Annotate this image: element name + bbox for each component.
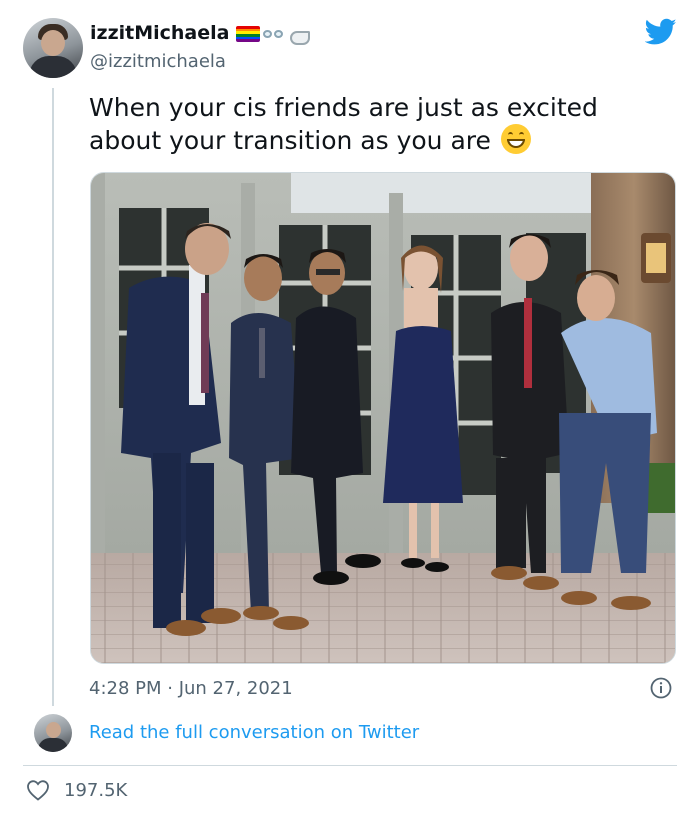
rainbow-flag-icon bbox=[236, 26, 260, 42]
author-avatar[interactable] bbox=[23, 18, 83, 78]
author-avatar-small[interactable] bbox=[34, 714, 72, 752]
like-count: 197.5K bbox=[64, 779, 128, 801]
goggles-icon bbox=[263, 27, 285, 41]
author-name-emojis bbox=[236, 25, 310, 45]
heart-icon[interactable] bbox=[26, 779, 50, 801]
thread-line bbox=[52, 88, 54, 706]
info-icon[interactable] bbox=[650, 677, 672, 699]
embedded-tweet-card: izzitMichaela @izzitmichaela When your c… bbox=[0, 0, 700, 817]
twitter-bird-icon[interactable] bbox=[645, 18, 677, 46]
read-conversation-link[interactable]: Read the full conversation on Twitter bbox=[89, 722, 419, 743]
like-action[interactable]: 197.5K bbox=[26, 779, 127, 801]
tweet-timestamp[interactable]: 4:28 PM · Jun 27, 2021 bbox=[89, 678, 293, 699]
divider bbox=[23, 765, 677, 766]
author-handle[interactable]: @izzitmichaela bbox=[90, 51, 226, 72]
tweet-photo[interactable] bbox=[90, 172, 676, 664]
group-photo-image bbox=[91, 173, 675, 663]
tweet-text: When your cis friends are just as excite… bbox=[89, 92, 649, 157]
author-display-name[interactable]: izzitMichaela bbox=[90, 22, 229, 44]
mechanical-arm-icon bbox=[288, 25, 310, 45]
grinning-face-icon bbox=[500, 124, 531, 154]
